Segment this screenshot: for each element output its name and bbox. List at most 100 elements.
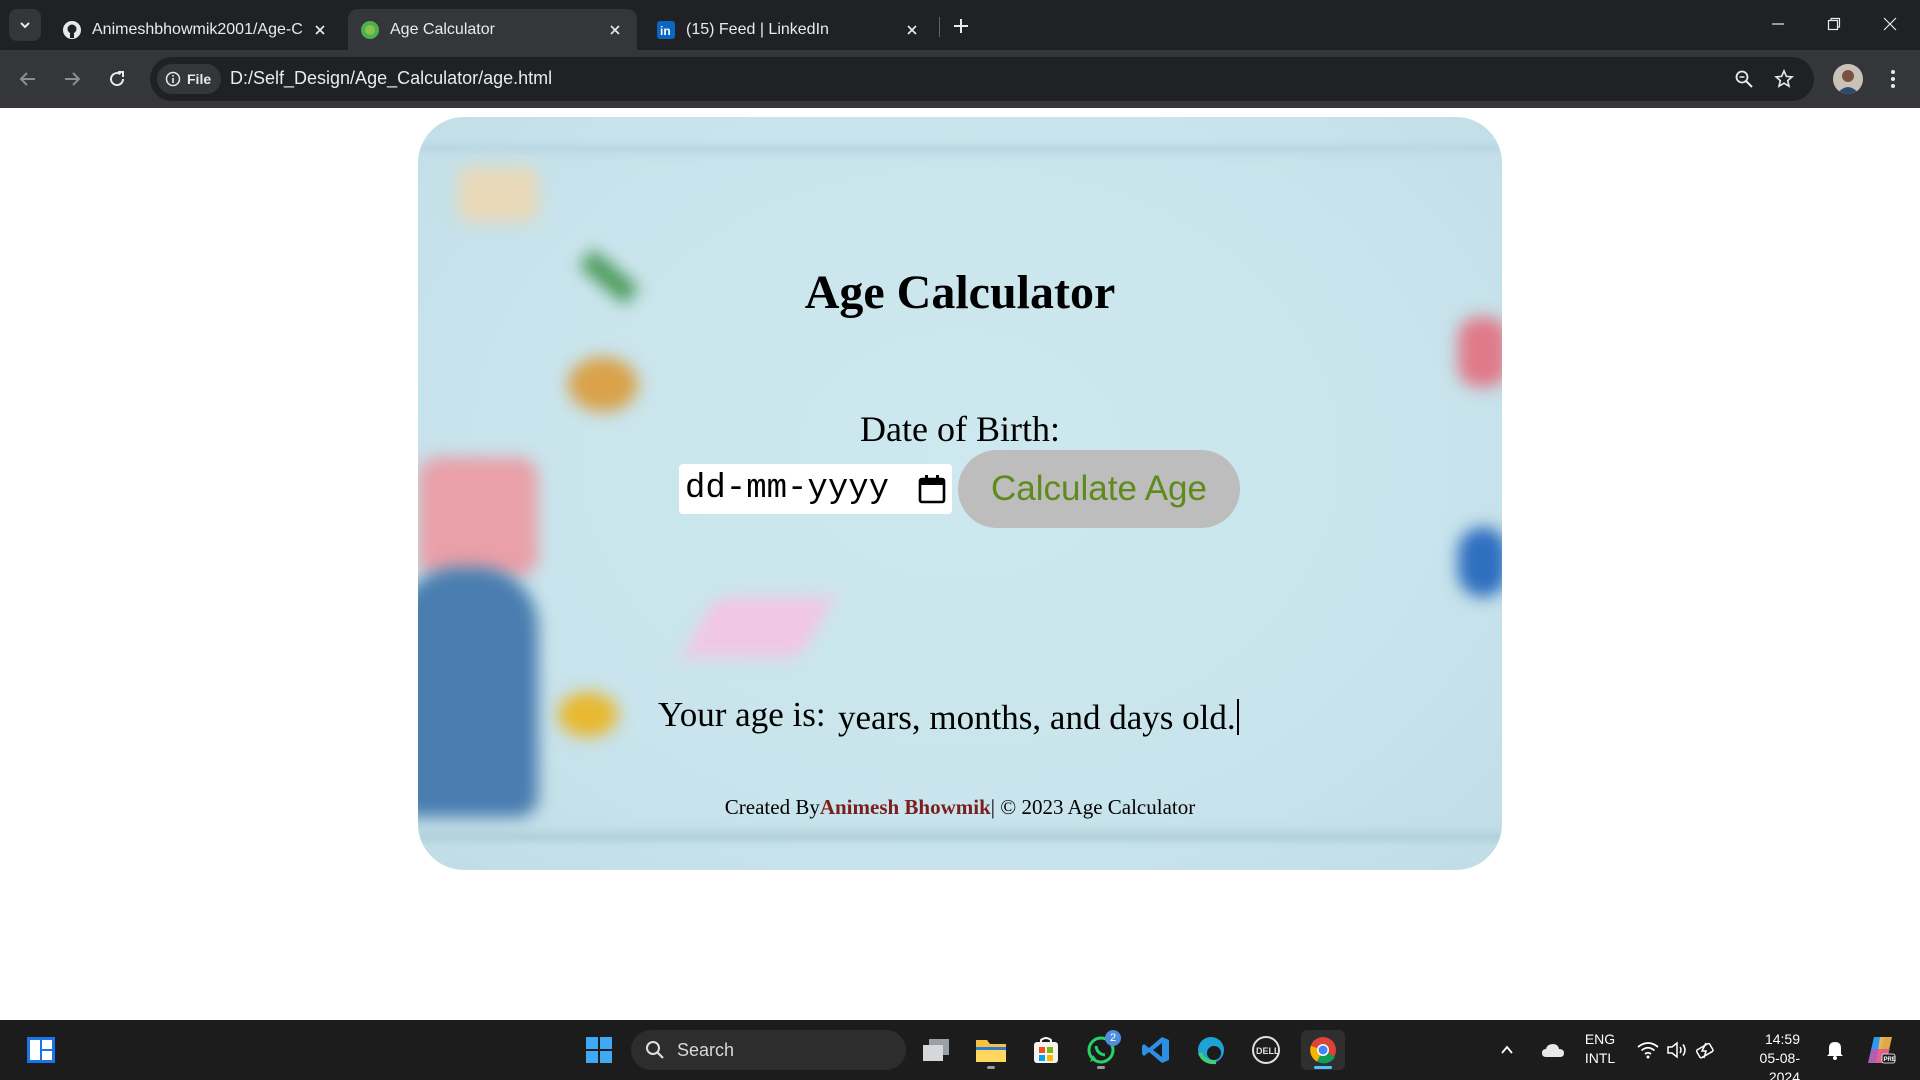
tab-title: Animeshbhowmik2001/Age-Ca [92, 20, 302, 38]
background-decoration [418, 457, 538, 577]
cloud-icon [1542, 1044, 1564, 1057]
more-vertical-icon [1891, 70, 1895, 88]
clock-date: 05-08-2024 [1759, 1050, 1800, 1080]
background-decoration [1458, 527, 1502, 597]
arrow-left-icon [19, 72, 35, 86]
arrow-right-icon [65, 72, 81, 86]
close-icon [1883, 17, 1897, 31]
footer-suffix: | © 2023 Age Calculator [990, 795, 1196, 819]
zoom-icon [1735, 70, 1753, 88]
language-indicator[interactable]: ENG INTL [1578, 1030, 1622, 1068]
zoom-button[interactable] [1730, 65, 1758, 93]
address-bar[interactable]: File D:/Self_Design/Age_Calculator/age.h… [150, 57, 1814, 101]
forward-button[interactable] [56, 63, 88, 95]
page-title: Age Calculator [804, 266, 1116, 319]
close-icon[interactable] [902, 20, 922, 40]
reload-button[interactable] [101, 63, 133, 95]
minimize-button[interactable] [1755, 6, 1801, 42]
calculator-card: Age Calculator Date of Birth: dd-mm-yyyy… [418, 117, 1502, 870]
restore-icon [1827, 17, 1841, 31]
taskbar-search[interactable]: Search [631, 1030, 906, 1070]
running-indicator [1097, 1066, 1105, 1069]
url-text[interactable]: D:/Self_Design/Age_Calculator/age.html [230, 68, 552, 89]
site-chip-label: File [187, 71, 212, 87]
page-footer: Created ByAnimesh Bhowmik| © 2023 Age Ca… [418, 795, 1502, 820]
tab-linkedin[interactable]: in (15) Feed | LinkedIn [644, 9, 934, 50]
site-info-chip[interactable]: File [157, 64, 222, 94]
calculate-age-button[interactable]: Calculate Age [958, 450, 1240, 528]
avatar-icon [1833, 64, 1863, 94]
reload-icon [110, 71, 125, 87]
background-decoration [1458, 317, 1502, 387]
tab-github[interactable]: Animeshbhowmik2001/Age-Ca [50, 9, 342, 50]
close-icon[interactable] [605, 20, 625, 40]
restore-button[interactable] [1811, 6, 1857, 42]
copilot-button[interactable]: PRE [1860, 1030, 1900, 1070]
dell-icon: DELL [1252, 1036, 1280, 1064]
widgets-icon [27, 1037, 55, 1063]
edge-button[interactable] [1191, 1030, 1231, 1070]
result-text: years, months, and days old. [838, 698, 1236, 737]
background-decoration [558, 692, 618, 737]
footer-prefix: Created By [724, 795, 820, 819]
close-window-button[interactable] [1867, 6, 1913, 42]
notifications-button[interactable] [1822, 1030, 1848, 1070]
svg-text:in: in [660, 24, 671, 38]
store-icon [1034, 1037, 1058, 1063]
task-view-button[interactable] [916, 1030, 956, 1070]
tab-separator [939, 17, 940, 37]
star-icon [1774, 69, 1794, 88]
new-tab-button[interactable] [947, 12, 975, 40]
active-indicator [1314, 1066, 1332, 1069]
browser-menu-button[interactable] [1877, 63, 1909, 95]
file-explorer-button[interactable] [971, 1030, 1011, 1070]
start-button[interactable] [579, 1030, 619, 1070]
chrome-button[interactable] [1301, 1030, 1345, 1070]
vscode-button[interactable] [1136, 1030, 1176, 1070]
windows-logo-icon [586, 1037, 612, 1063]
text-caret [1236, 699, 1239, 735]
tab-title: (15) Feed | LinkedIn [686, 20, 829, 38]
plus-icon [954, 19, 968, 33]
running-indicator [987, 1066, 995, 1069]
bookmark-button[interactable] [1770, 65, 1798, 93]
language-code: ENG [1584, 1031, 1616, 1047]
result-prefix: Your age is: [658, 695, 826, 734]
tab-age-calculator[interactable]: Age Calculator [348, 9, 637, 50]
minimize-icon [1772, 23, 1784, 25]
whatsapp-button[interactable]: 2 [1081, 1030, 1121, 1070]
clock[interactable]: 14:59 05-08-2024 [1730, 1030, 1800, 1080]
battery-charging-icon [1695, 1042, 1714, 1059]
copilot-icon: PRE [1868, 1037, 1896, 1064]
footer-author-link[interactable]: Animesh Bhowmik [820, 795, 991, 819]
dell-button[interactable]: DELL [1246, 1030, 1286, 1070]
background-decoration [458, 167, 538, 222]
profile-avatar[interactable] [1833, 64, 1863, 94]
calendar-icon[interactable] [918, 474, 946, 504]
dob-date-input[interactable]: dd-mm-yyyy [679, 464, 952, 514]
chevron-down-icon [20, 22, 30, 29]
folder-icon [976, 1040, 1006, 1062]
page-favicon-icon [360, 20, 380, 40]
volume-button[interactable] [1663, 1030, 1691, 1070]
wifi-button[interactable] [1634, 1030, 1662, 1070]
task-view-icon [923, 1039, 949, 1061]
search-icon [646, 1041, 664, 1059]
decorative-bar [418, 145, 1502, 159]
onedrive-button[interactable] [1535, 1030, 1571, 1070]
windows-taskbar: Search 2 DELL ENG INTL 14:59 05-08-2024 … [0, 1020, 1920, 1080]
vscode-icon [1142, 1037, 1169, 1063]
close-icon[interactable] [310, 20, 330, 40]
back-button[interactable] [12, 63, 44, 95]
speaker-icon [1667, 1041, 1686, 1059]
github-icon [62, 20, 82, 40]
widgets-button[interactable] [21, 1030, 61, 1070]
tab-search-button[interactable] [9, 9, 41, 41]
result-text-wrap: years, months, and days old. [838, 698, 1239, 738]
microsoft-store-button[interactable] [1026, 1030, 1066, 1070]
tab-title: Age Calculator [390, 20, 495, 38]
battery-button[interactable] [1692, 1030, 1720, 1070]
chevron-up-icon [1501, 1045, 1513, 1054]
show-hidden-icons-button[interactable] [1492, 1030, 1522, 1070]
background-decoration [418, 567, 538, 817]
